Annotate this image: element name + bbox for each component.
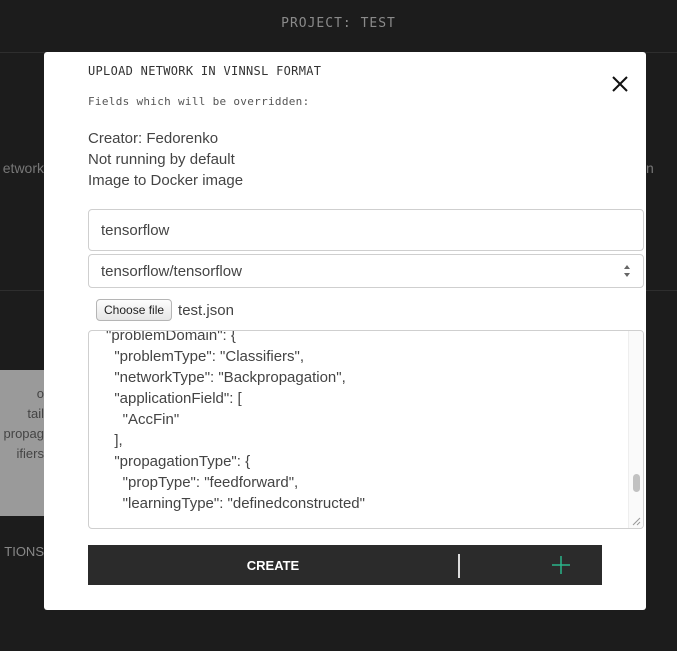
choose-file-button[interactable]: Choose file [96, 299, 173, 321]
card-line: propag [3, 426, 44, 441]
json-line: ], [106, 432, 123, 449]
json-line: "AccFin" [106, 411, 180, 428]
json-line: "propType": "feedforward", [106, 474, 299, 491]
select-arrows-icon [624, 265, 630, 277]
file-picker: Choose file test.json [96, 299, 234, 321]
background-actions-label: TIONS [4, 544, 44, 559]
docker-image-select[interactable]: tensorflow/tensorflow [88, 254, 644, 288]
card-line: ifiers [16, 446, 44, 461]
chosen-file-name: test.json [178, 301, 234, 319]
close-button[interactable] [606, 70, 634, 98]
upload-network-modal: UPLOAD NETWORK IN VINNSL FORMAT Fields w… [44, 52, 646, 610]
background-tab-left: etwork [2, 160, 44, 176]
create-bar: CREATE [88, 545, 602, 585]
add-button[interactable] [470, 545, 602, 585]
json-line: "problemType": "Classifiers", [106, 348, 305, 365]
background-network-card: o tail propag ifiers [0, 370, 44, 516]
json-scrollbar-thumb[interactable] [633, 474, 640, 492]
json-textarea[interactable]: "problemDomain": { "problemType": "Class… [88, 330, 644, 529]
creator-line: Creator: Fedorenko [88, 130, 219, 147]
card-line: o [36, 386, 44, 401]
running-line: Not running by default [88, 151, 235, 168]
card-line: tail [27, 406, 44, 421]
background-tab-right: n [646, 160, 654, 176]
create-button[interactable]: CREATE [88, 545, 458, 585]
project-title: PROJECT: TEST [281, 16, 396, 31]
resize-grip-icon[interactable] [632, 517, 641, 526]
override-subtitle: Fields which will be overridden: [88, 95, 310, 108]
image-line: Image to Docker image [88, 172, 244, 189]
network-name-input[interactable] [88, 209, 644, 251]
override-info: Creator: Fedorenko Not running by defaul… [88, 128, 243, 191]
json-line: "applicationField": [ [106, 390, 242, 407]
close-icon [612, 76, 628, 92]
json-line: "learningType": "definedconstructed" [106, 495, 365, 512]
json-scrollbar[interactable] [628, 331, 643, 528]
json-line: "networkType": "Backpropagation", [106, 369, 346, 386]
plus-icon [552, 556, 570, 574]
modal-title: UPLOAD NETWORK IN VINNSL FORMAT [88, 64, 322, 78]
json-line: "problemDomain": { [106, 330, 236, 344]
docker-image-selected: tensorflow/tensorflow [101, 262, 242, 280]
json-line: "propagationType": { [106, 453, 251, 470]
button-divider [458, 554, 460, 578]
json-content: "problemDomain": { "problemType": "Class… [89, 330, 379, 514]
